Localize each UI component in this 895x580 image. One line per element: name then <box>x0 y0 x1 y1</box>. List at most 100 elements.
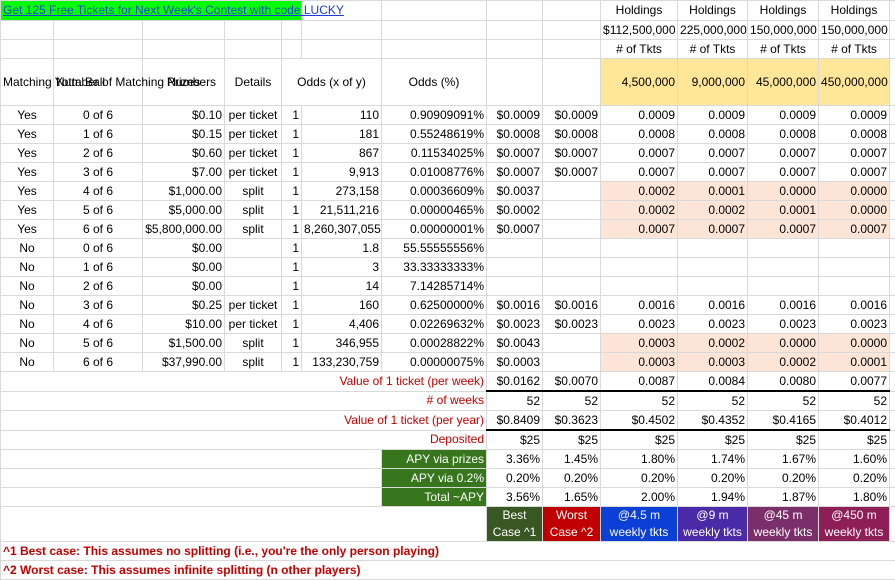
table-row: No2 of 6$0.001147.14285714% <box>1 277 895 296</box>
cell-yotta-ball: Yes <box>1 106 54 125</box>
best-case-label-line1: Best <box>489 507 540 524</box>
cell-odds-x: 1 <box>282 106 302 125</box>
cell-odds-pct: 0.00028822% <box>382 334 487 353</box>
cell-odds-x: 1 <box>282 353 302 372</box>
table-row: No6 of 6$37,990.00split1133,230,7590.000… <box>1 353 895 372</box>
summary-holding: $0.4502 <box>601 411 678 431</box>
cell-odds-pct: 0.11534025% <box>382 144 487 163</box>
cell-holding-value: 0.0000 <box>748 334 819 353</box>
apy-holding: 0.20% <box>601 469 678 488</box>
weekly-450m-label-line1: @450 m <box>821 507 887 524</box>
cell-odds-y: 273,158 <box>302 182 382 201</box>
cell-odds-pct: 0.62500000% <box>382 296 487 315</box>
cell-worst-value: $0.0007 <box>543 163 601 182</box>
apy-label: APY via 0.2% <box>382 469 487 488</box>
summary-holding: $25 <box>748 430 819 450</box>
cell-odds-x: 1 <box>282 277 302 296</box>
cell-holding-value <box>819 239 890 258</box>
cell-yotta-ball: Yes <box>1 182 54 201</box>
cell-holding-value: 0.0009 <box>748 106 819 125</box>
num-tkts-label: # of Tkts <box>819 40 890 59</box>
cell-odds-x: 1 <box>282 239 302 258</box>
worst-case-label-line2: Case ^2 <box>545 524 598 541</box>
table-row: Yes1 of 6$0.15per ticket11810.55248619%$… <box>1 125 895 144</box>
apy-row: APY via 0.2%0.20%0.20%0.20%0.20%0.20%0.2… <box>1 469 895 488</box>
summary-holding: 0.0077 <box>819 372 890 392</box>
cell-best-value <box>487 258 543 277</box>
tickets-count: 4,500,000 <box>601 59 678 106</box>
cell-odds-x: 1 <box>282 315 302 334</box>
cell-matching: 3 of 6 <box>54 163 143 182</box>
cell-holding-value: 0.0007 <box>748 144 819 163</box>
header-matching-yotta-ball: Matching Yotta Ball <box>1 59 54 106</box>
cell-holding-value <box>678 277 748 296</box>
cell-holding-value: 0.0007 <box>678 144 748 163</box>
summary-holding: 0.0084 <box>678 372 748 392</box>
apy-worst: 1.45% <box>543 450 601 469</box>
cell-holding-value: 0.0016 <box>819 296 890 315</box>
num-tkts-label: # of Tkts <box>601 40 678 59</box>
summary-row: # of weeks525252525252 <box>1 391 895 411</box>
cell-prize: $5,000.00 <box>143 201 225 220</box>
scenario-labels-row: BestCase ^1WorstCase ^2@4.5 mweekly tkts… <box>1 507 895 542</box>
cell-prize: $5,800,000.00 <box>143 220 225 239</box>
table-row: Yes5 of 6$5,000.00split121,511,2160.0000… <box>1 201 895 220</box>
cell-odds-pct: 0.00000465% <box>382 201 487 220</box>
weekly-4-5m-label-line2: weekly tkts <box>603 524 675 541</box>
cell-odds-pct: 0.00000075% <box>382 353 487 372</box>
weekly-9m-label: @9 mweekly tkts <box>678 507 748 542</box>
summary-holding: 0.0087 <box>601 372 678 392</box>
cell-yotta-ball: No <box>1 296 54 315</box>
summary-holding: 0.0080 <box>748 372 819 392</box>
header-odds: Odds (x of y) <box>282 59 382 106</box>
weekly-45m-label: @45 mweekly tkts <box>748 507 819 542</box>
worst-case-label-line1: Worst <box>545 507 598 524</box>
tickets-count: 450,000,000 <box>819 59 890 106</box>
apy-holding: 1.87% <box>748 488 819 507</box>
summary-holding: $25 <box>678 430 748 450</box>
weekly-4-5m-label-line1: @4.5 m <box>603 507 675 524</box>
cell-matching: 4 of 6 <box>54 315 143 334</box>
cell-odds-x: 1 <box>282 163 302 182</box>
apy-holding: 1.67% <box>748 450 819 469</box>
holdings-amount: 150,000,000 <box>819 21 890 40</box>
holdings-label: Holdings <box>601 1 678 21</box>
summary-holding: $0.4165 <box>748 411 819 431</box>
cell-worst-value <box>543 201 601 220</box>
summary-holding: $0.4352 <box>678 411 748 431</box>
weekly-4-5m-label: @4.5 mweekly tkts <box>601 507 678 542</box>
cell-best-value <box>487 277 543 296</box>
cell-holding-value: 0.0016 <box>748 296 819 315</box>
summary-holding: 52 <box>601 391 678 411</box>
table-row: No3 of 6$0.25per ticket11600.62500000%$0… <box>1 296 895 315</box>
header-number-matching: Number of Matching Numbers <box>54 59 143 106</box>
cell-holding-value <box>748 258 819 277</box>
summary-holding: 52 <box>678 391 748 411</box>
cell-holding-value: 0.0002 <box>678 334 748 353</box>
cell-best-value: $0.0007 <box>487 163 543 182</box>
cell-odds-y: 867 <box>302 144 382 163</box>
num-tkts-label: # of Tkts <box>678 40 748 59</box>
cell-holding-value: 0.0007 <box>819 220 890 239</box>
summary-best: 52 <box>487 391 543 411</box>
cell-odds-pct: 0.55248619% <box>382 125 487 144</box>
cell-holding-value: 0.0002 <box>748 353 819 372</box>
summary-worst: $0.3623 <box>543 411 601 431</box>
cell-matching: 5 of 6 <box>54 201 143 220</box>
apy-label: Total ~APY <box>382 488 487 507</box>
cell-odds-y: 1.8 <box>302 239 382 258</box>
promo-link[interactable]: Get 125 Free Tickets for Next Week's Con… <box>1 1 302 21</box>
cell-holding-value: 0.0009 <box>601 106 678 125</box>
cell-details <box>225 239 282 258</box>
cell-holding-value: 0.0000 <box>819 182 890 201</box>
cell-best-value <box>487 239 543 258</box>
cell-odds-y: 110 <box>302 106 382 125</box>
cell-odds-x: 1 <box>282 201 302 220</box>
cell-matching: 2 of 6 <box>54 277 143 296</box>
cell-details: per ticket <box>225 106 282 125</box>
cell-holding-value: 0.0023 <box>819 315 890 334</box>
cell-holding-value: 0.0008 <box>601 125 678 144</box>
weekly-45m-label-line2: weekly tkts <box>750 524 816 541</box>
cell-holding-value: 0.0001 <box>819 353 890 372</box>
cell-best-value: $0.0009 <box>487 106 543 125</box>
